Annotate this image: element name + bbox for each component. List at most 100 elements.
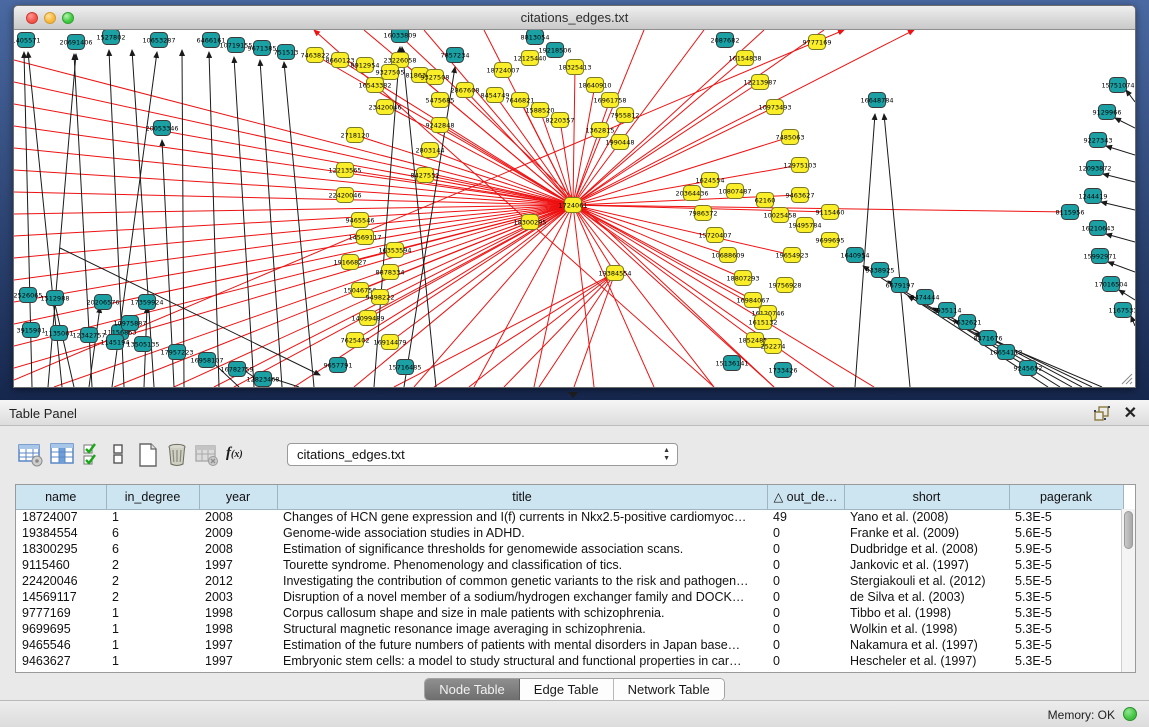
table-cell[interactable]: 5.3E-5 bbox=[1009, 637, 1123, 653]
select-rows-icon[interactable] bbox=[82, 442, 104, 468]
table-cell[interactable]: 0 bbox=[767, 525, 844, 541]
table-cell[interactable]: 2 bbox=[106, 573, 199, 589]
table-cell[interactable]: 18300295 bbox=[16, 541, 106, 557]
table-row[interactable]: 977716911998Corpus callosum shape and si… bbox=[16, 605, 1123, 621]
table-cell[interactable]: 5.3E-5 bbox=[1009, 653, 1123, 669]
table-cell[interactable]: Estimation of significance thresholds fo… bbox=[277, 541, 767, 557]
table-cell[interactable]: 2 bbox=[106, 557, 199, 573]
table-cell[interactable]: 2008 bbox=[199, 509, 277, 525]
table-cell[interactable]: Corpus callosum shape and size in male p… bbox=[277, 605, 767, 621]
table-cell[interactable]: Hescheler et al. (1997) bbox=[844, 653, 1009, 669]
table-cell[interactable]: Investigating the contribution of common… bbox=[277, 573, 767, 589]
float-panel-icon[interactable] bbox=[1093, 405, 1111, 421]
table-cell[interactable]: 5.5E-5 bbox=[1009, 573, 1123, 589]
table-cell[interactable]: 14569117 bbox=[16, 589, 106, 605]
table-cell[interactable]: 1997 bbox=[199, 637, 277, 653]
table-cell[interactable]: Nakamura et al. (1997) bbox=[844, 637, 1009, 653]
table-cell[interactable]: 5.3E-5 bbox=[1009, 557, 1123, 573]
tab-node-table[interactable]: Node Table bbox=[425, 679, 520, 700]
scrollbar-thumb[interactable] bbox=[1124, 511, 1133, 549]
table-cell[interactable]: 49 bbox=[767, 509, 844, 525]
table-cell[interactable]: 1 bbox=[106, 509, 199, 525]
table-cell[interactable]: 5.6E-5 bbox=[1009, 525, 1123, 541]
table-cell[interactable]: 2003 bbox=[199, 589, 277, 605]
table-row[interactable]: 2242004622012Investigating the contribut… bbox=[16, 573, 1123, 589]
close-panel-icon[interactable]: ✕ bbox=[1124, 403, 1137, 423]
table-cell[interactable]: 5.3E-5 bbox=[1009, 509, 1123, 525]
node-table-grid[interactable]: namein_degreeyeartitle△ out_de…shortpage… bbox=[16, 485, 1124, 669]
table-cell[interactable]: 1998 bbox=[199, 621, 277, 637]
table-source-dropdown[interactable]: citations_edges.txt ▲▼ bbox=[287, 443, 678, 466]
table-cell[interactable]: 1 bbox=[106, 653, 199, 669]
table-row[interactable]: 1872400712008Changes of HCN gene express… bbox=[16, 509, 1123, 525]
table-cell[interactable]: 0 bbox=[767, 589, 844, 605]
table-cell[interactable]: 9115460 bbox=[16, 557, 106, 573]
table-row[interactable]: 1830029562008Estimation of significance … bbox=[16, 541, 1123, 557]
table-row[interactable]: 911546021997Tourette syndrome. Phenomeno… bbox=[16, 557, 1123, 573]
table-mode-icon[interactable] bbox=[18, 442, 44, 468]
table-row[interactable]: 1938455462009Genome-wide association stu… bbox=[16, 525, 1123, 541]
row-height-icon[interactable] bbox=[111, 442, 127, 468]
column-header-pagerank[interactable]: pagerank bbox=[1009, 485, 1123, 509]
table-cell[interactable]: Tourette syndrome. Phenomenology and cla… bbox=[277, 557, 767, 573]
table-cell[interactable]: Wolkin et al. (1998) bbox=[844, 621, 1009, 637]
resize-grip-icon[interactable] bbox=[1119, 371, 1133, 385]
table-row[interactable]: 1456911722003Disruption of a novel membe… bbox=[16, 589, 1123, 605]
table-cell[interactable]: Tibbo et al. (1998) bbox=[844, 605, 1009, 621]
table-cell[interactable]: 1998 bbox=[199, 605, 277, 621]
tab-network-table[interactable]: Network Table bbox=[614, 679, 724, 700]
table-cell[interactable]: 2009 bbox=[199, 525, 277, 541]
column-header-name[interactable]: name bbox=[16, 485, 106, 509]
column-header-year[interactable]: year bbox=[199, 485, 277, 509]
table-cell[interactable]: Yano et al. (2008) bbox=[844, 509, 1009, 525]
table-cell[interactable]: 1997 bbox=[199, 653, 277, 669]
table-cell[interactable]: 1997 bbox=[199, 557, 277, 573]
citation-network-graph[interactable]: 1724061183002951938455474638228660123891… bbox=[14, 30, 1135, 387]
table-cell[interactable]: Jankovic et al. (1997) bbox=[844, 557, 1009, 573]
table-cell[interactable]: Stergiakouli et al. (2012) bbox=[844, 573, 1009, 589]
new-column-icon[interactable] bbox=[136, 442, 162, 468]
table-cell[interactable]: de Silva et al. (2003) bbox=[844, 589, 1009, 605]
table-cell[interactable]: 0 bbox=[767, 653, 844, 669]
column-header-in_degree[interactable]: in_degree bbox=[106, 485, 199, 509]
table-cell[interactable]: 22420046 bbox=[16, 573, 106, 589]
table-cell[interactable]: Disruption of a novel member of a sodium… bbox=[277, 589, 767, 605]
table-cell[interactable]: 1 bbox=[106, 621, 199, 637]
table-cell[interactable]: 2008 bbox=[199, 541, 277, 557]
delete-column-icon[interactable] bbox=[166, 442, 190, 468]
table-cell[interactable]: 0 bbox=[767, 573, 844, 589]
table-cell[interactable]: Embryonic stem cells: a model to study s… bbox=[277, 653, 767, 669]
function-builder-icon[interactable]: f(x) bbox=[226, 445, 243, 462]
table-cell[interactable]: Franke et al. (2009) bbox=[844, 525, 1009, 541]
table-cell[interactable]: 6 bbox=[106, 541, 199, 557]
table-cell[interactable]: 9699695 bbox=[16, 621, 106, 637]
table-row[interactable]: 946554611997Estimation of the future num… bbox=[16, 637, 1123, 653]
column-header-out_de[interactable]: △ out_de… bbox=[767, 485, 844, 509]
table-cell[interactable]: Changes of HCN gene expression and I(f) … bbox=[277, 509, 767, 525]
table-cell[interactable]: Estimation of the future numbers of pati… bbox=[277, 637, 767, 653]
table-cell[interactable]: 1 bbox=[106, 637, 199, 653]
table-cell[interactable]: 0 bbox=[767, 605, 844, 621]
table-cell[interactable]: Genome-wide association studies in ADHD. bbox=[277, 525, 767, 541]
table-cell[interactable]: 0 bbox=[767, 637, 844, 653]
table-vertical-scrollbar[interactable] bbox=[1121, 509, 1135, 672]
table-cell[interactable]: 9463627 bbox=[16, 653, 106, 669]
table-cell[interactable]: 5.3E-5 bbox=[1009, 589, 1123, 605]
splitter-collapse-handle[interactable] bbox=[568, 392, 578, 398]
table-cell[interactable]: 5.9E-5 bbox=[1009, 541, 1123, 557]
column-header-title[interactable]: title bbox=[277, 485, 767, 509]
table-cell[interactable]: 9465546 bbox=[16, 637, 106, 653]
tab-edge-table[interactable]: Edge Table bbox=[520, 679, 614, 700]
table-cell[interactable]: 2012 bbox=[199, 573, 277, 589]
table-cell[interactable]: 6 bbox=[106, 525, 199, 541]
table-cell[interactable]: 2 bbox=[106, 589, 199, 605]
table-row[interactable]: 969969511998Structural magnetic resonanc… bbox=[16, 621, 1123, 637]
table-cell[interactable]: Dudbridge et al. (2008) bbox=[844, 541, 1009, 557]
table-cell[interactable]: 19384554 bbox=[16, 525, 106, 541]
table-cell[interactable]: 18724007 bbox=[16, 509, 106, 525]
table-cell[interactable]: 1 bbox=[106, 605, 199, 621]
network-graph-canvas[interactable]: 1724061183002951938455474638228660123891… bbox=[14, 30, 1135, 387]
column-header-short[interactable]: short bbox=[844, 485, 1009, 509]
show-columns-icon[interactable] bbox=[50, 442, 76, 468]
table-cell[interactable]: Structural magnetic resonance image aver… bbox=[277, 621, 767, 637]
